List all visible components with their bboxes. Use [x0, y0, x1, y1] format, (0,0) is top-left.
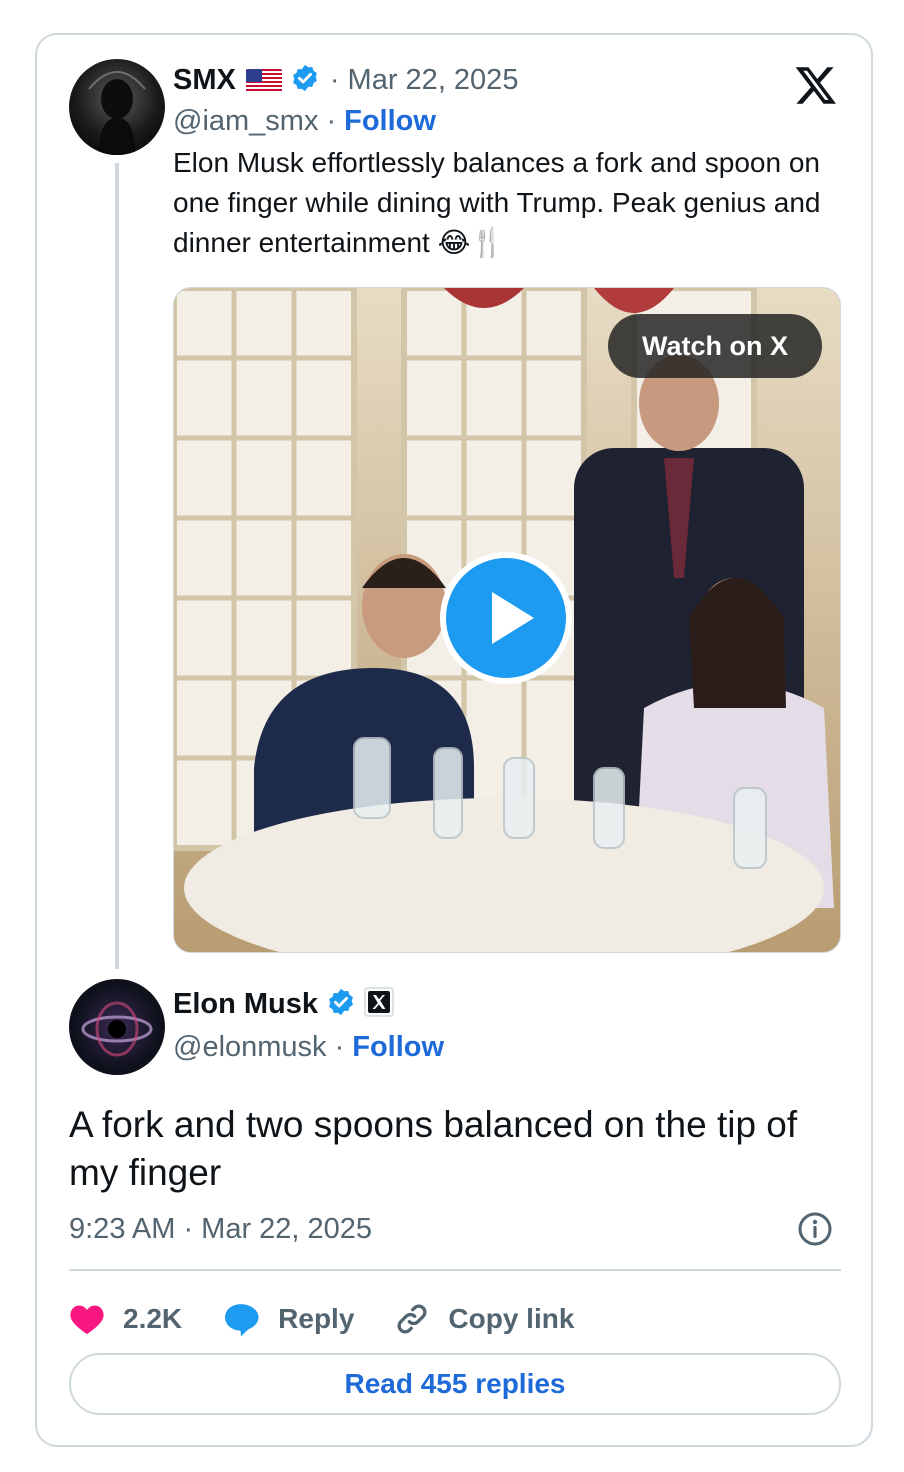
separator-dot: · [326, 105, 337, 137]
info-icon[interactable] [797, 1211, 833, 1247]
quoted-author-row: SMX · Mar 22, 2025 [173, 63, 518, 98]
elon-avatar[interactable] [69, 979, 165, 1075]
read-replies-button[interactable]: Read 455 replies [69, 1353, 841, 1415]
reply-bubble-icon [225, 1304, 259, 1337]
verified-badge-icon [326, 987, 356, 1022]
heart-icon [70, 1305, 104, 1334]
quoted-handle-row: @iam_smx · Follow [173, 105, 436, 138]
quoted-handle[interactable]: @iam_smx [173, 105, 318, 138]
x-affiliation-badge-icon [364, 987, 394, 1022]
main-handle[interactable]: @elonmusk [173, 1031, 327, 1064]
video-thumbnail[interactable]: Watch on X [173, 287, 841, 953]
verified-badge-icon [290, 63, 320, 98]
quoted-date[interactable]: · Mar 22, 2025 [330, 64, 519, 97]
main-tweet-text: A fork and two spoons balanced on the ti… [69, 1104, 798, 1193]
reply-button[interactable]: Reply [222, 1301, 354, 1337]
tweet-actions: 2.2K Reply Copy link [69, 1289, 614, 1349]
follow-smx-button[interactable]: Follow [344, 105, 436, 138]
separator-dot: · [334, 1031, 345, 1063]
main-handle-row: @elonmusk · Follow [173, 1031, 444, 1064]
copy-link-button[interactable]: Copy link [394, 1301, 574, 1337]
link-icon [397, 1304, 427, 1334]
play-button[interactable] [440, 552, 572, 684]
embedded-tweet-card: SMX · Mar 22, 2025 @iam_smx · Follow Elo… [35, 33, 873, 1447]
copy-link-label: Copy link [448, 1303, 575, 1334]
watch-on-x-button[interactable]: Watch on X [608, 314, 822, 378]
x-logo-icon[interactable] [793, 63, 839, 107]
like-count: 2.2K [123, 1303, 183, 1334]
main-author-row: Elon Musk [173, 987, 394, 1022]
divider [69, 1269, 841, 1271]
thread-connector-line [115, 163, 119, 969]
quoted-author-name[interactable]: SMX [173, 64, 236, 97]
play-icon [492, 592, 534, 644]
reply-label: Reply [278, 1303, 355, 1334]
us-flag-icon [245, 68, 282, 93]
tweet-timestamp[interactable]: 9:23 AM · Mar 22, 2025 [69, 1213, 372, 1246]
follow-elon-button[interactable]: Follow [352, 1031, 444, 1064]
main-author-name[interactable]: Elon Musk [173, 988, 318, 1021]
like-button[interactable]: 2.2K [69, 1302, 182, 1336]
quoted-tweet-text: Elon Musk effortlessly balances a fork a… [173, 147, 821, 258]
smx-avatar[interactable] [69, 59, 165, 155]
